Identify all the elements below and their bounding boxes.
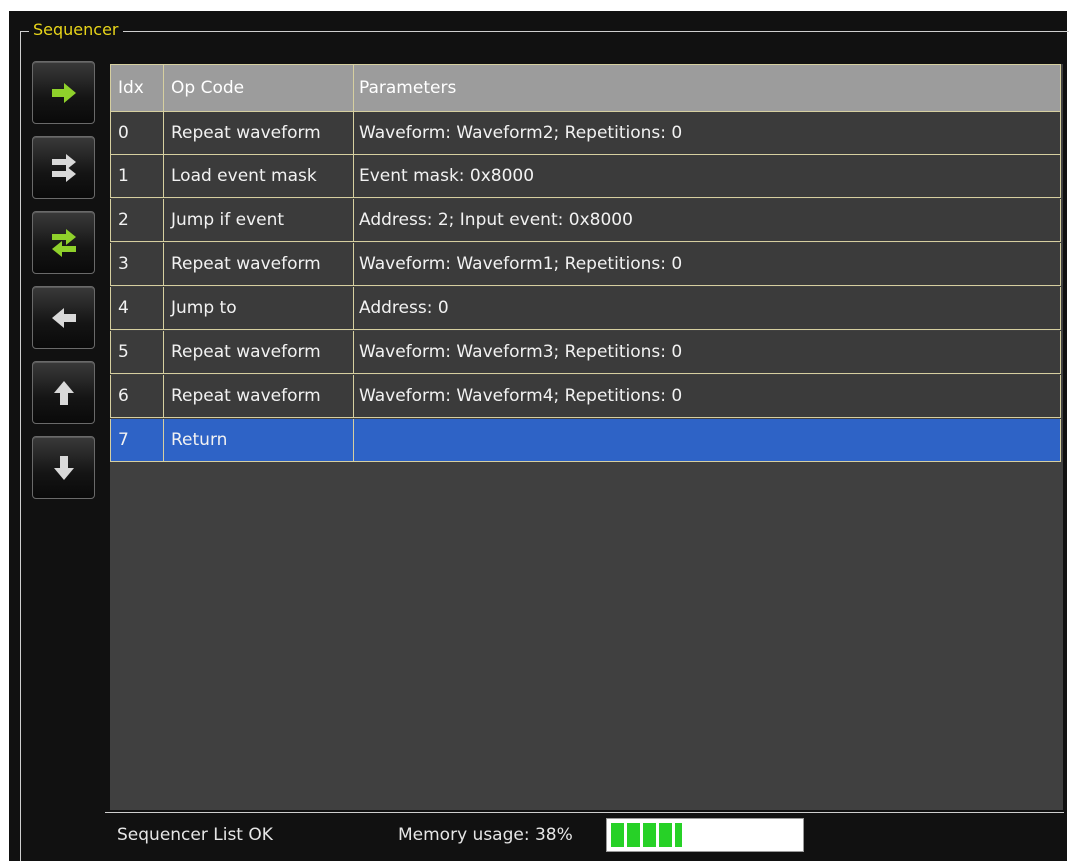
- memory-usage-label: Memory usage: 38%: [398, 825, 573, 845]
- column-header-idx[interactable]: Idx: [111, 65, 163, 111]
- move-up-icon: [54, 381, 74, 405]
- table-row[interactable]: 1 Load event mask Event mask: 0x8000: [110, 155, 1061, 198]
- cell-parameters: Waveform: Waveform3; Repetitions: 0: [353, 331, 1060, 373]
- insert-step-button[interactable]: [32, 61, 95, 124]
- cell-idx: 4: [118, 298, 129, 318]
- move-down-icon: [54, 456, 74, 480]
- swap-steps-button[interactable]: [32, 136, 95, 199]
- cell-parameters: Waveform: Waveform1; Repetitions: 0: [353, 243, 1060, 285]
- cell-idx: 2: [118, 210, 129, 230]
- table-row-selected[interactable]: 7 Return: [110, 419, 1061, 462]
- cell-idx: 3: [118, 254, 129, 274]
- cell-op-code: Jump if event: [163, 199, 353, 241]
- cell-idx: 7: [118, 430, 129, 450]
- status-divider: [105, 812, 1064, 813]
- cell-idx: 5: [118, 342, 129, 362]
- cell-idx: 0: [118, 123, 129, 143]
- cell-parameters: Address: 2; Input event: 0x8000: [353, 199, 1060, 241]
- sequencer-table: Idx Op Code Parameters 0 Repeat waveform…: [110, 64, 1063, 810]
- table-row[interactable]: 4 Jump to Address: 0: [110, 287, 1061, 330]
- cell-parameters: [353, 419, 1060, 461]
- list-status-text: Sequencer List OK: [117, 825, 273, 845]
- cell-idx: 1: [118, 166, 129, 186]
- exchange-icon: [52, 229, 76, 257]
- table-row[interactable]: 3 Repeat waveform Waveform: Waveform1; R…: [110, 243, 1061, 286]
- cell-parameters: Waveform: Waveform4; Repetitions: 0: [353, 375, 1060, 417]
- table-row[interactable]: 5 Repeat waveform Waveform: Waveform3; R…: [110, 331, 1061, 374]
- column-header-parameters[interactable]: Parameters: [353, 65, 1060, 111]
- table-row[interactable]: 2 Jump if event Address: 2; Input event:…: [110, 199, 1061, 242]
- cell-parameters: Waveform: Waveform2; Repetitions: 0: [353, 112, 1060, 154]
- table-header: Idx Op Code Parameters: [110, 64, 1061, 112]
- table-row[interactable]: 6 Repeat waveform Waveform: Waveform4; R…: [110, 375, 1061, 418]
- cell-op-code: Repeat waveform: [163, 375, 353, 417]
- cell-op-code: Repeat waveform: [163, 243, 353, 285]
- cell-op-code: Load event mask: [163, 155, 353, 197]
- table-row[interactable]: 0 Repeat waveform Waveform: Waveform2; R…: [110, 112, 1061, 155]
- cell-op-code: Repeat waveform: [163, 331, 353, 373]
- move-down-button[interactable]: [32, 436, 95, 499]
- cell-op-code: Repeat waveform: [163, 112, 353, 154]
- remove-step-button[interactable]: [32, 286, 95, 349]
- memory-usage-bar: [606, 818, 804, 852]
- memory-usage-fill: [611, 823, 682, 847]
- exchange-steps-button[interactable]: [32, 211, 95, 274]
- cell-parameters: Event mask: 0x8000: [353, 155, 1060, 197]
- insert-step-icon: [52, 83, 76, 103]
- cell-op-code: Jump to: [163, 287, 353, 329]
- remove-step-icon: [52, 308, 76, 328]
- cell-parameters: Address: 0: [353, 287, 1060, 329]
- cell-op-code: Return: [163, 419, 353, 461]
- swap-icon: [52, 154, 76, 182]
- group-title: Sequencer: [29, 20, 123, 40]
- column-header-op-code[interactable]: Op Code: [163, 65, 353, 111]
- cell-idx: 6: [118, 386, 129, 406]
- move-up-button[interactable]: [32, 361, 95, 424]
